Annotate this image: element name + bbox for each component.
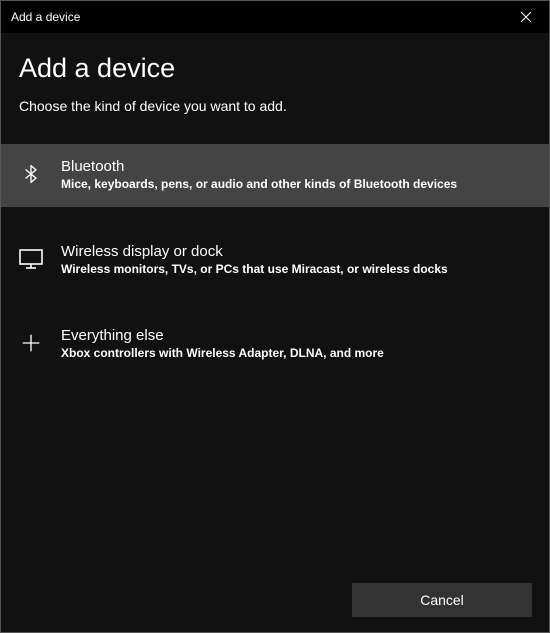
option-title: Bluetooth	[61, 158, 531, 175]
option-text: Wireless display or dock Wireless monito…	[61, 243, 531, 278]
close-button[interactable]	[503, 1, 549, 33]
option-desc: Mice, keyboards, pens, or audio and othe…	[61, 177, 531, 193]
option-bluetooth[interactable]: Bluetooth Mice, keyboards, pens, or audi…	[1, 144, 549, 207]
option-desc: Wireless monitors, TVs, or PCs that use …	[61, 262, 531, 278]
option-everything-else[interactable]: Everything else Xbox controllers with Wi…	[1, 313, 549, 376]
option-desc: Xbox controllers with Wireless Adapter, …	[61, 346, 531, 362]
option-wireless-display[interactable]: Wireless display or dock Wireless monito…	[1, 229, 549, 292]
option-text: Everything else Xbox controllers with Wi…	[61, 327, 531, 362]
options-list: Bluetooth Mice, keyboards, pens, or audi…	[1, 144, 549, 376]
footer: Cancel	[352, 583, 532, 617]
titlebar-title: Add a device	[11, 10, 80, 24]
content: Add a device Choose the kind of device y…	[1, 33, 549, 376]
page-subheading: Choose the kind of device you want to ad…	[19, 98, 531, 114]
close-icon	[521, 12, 531, 22]
page-heading: Add a device	[19, 53, 531, 84]
option-text: Bluetooth Mice, keyboards, pens, or audi…	[61, 158, 531, 193]
cancel-button[interactable]: Cancel	[352, 583, 532, 617]
option-title: Everything else	[61, 327, 531, 344]
monitor-icon	[19, 247, 43, 271]
option-title: Wireless display or dock	[61, 243, 531, 260]
plus-icon	[19, 331, 43, 355]
titlebar: Add a device	[1, 1, 549, 33]
bluetooth-icon	[19, 162, 43, 186]
